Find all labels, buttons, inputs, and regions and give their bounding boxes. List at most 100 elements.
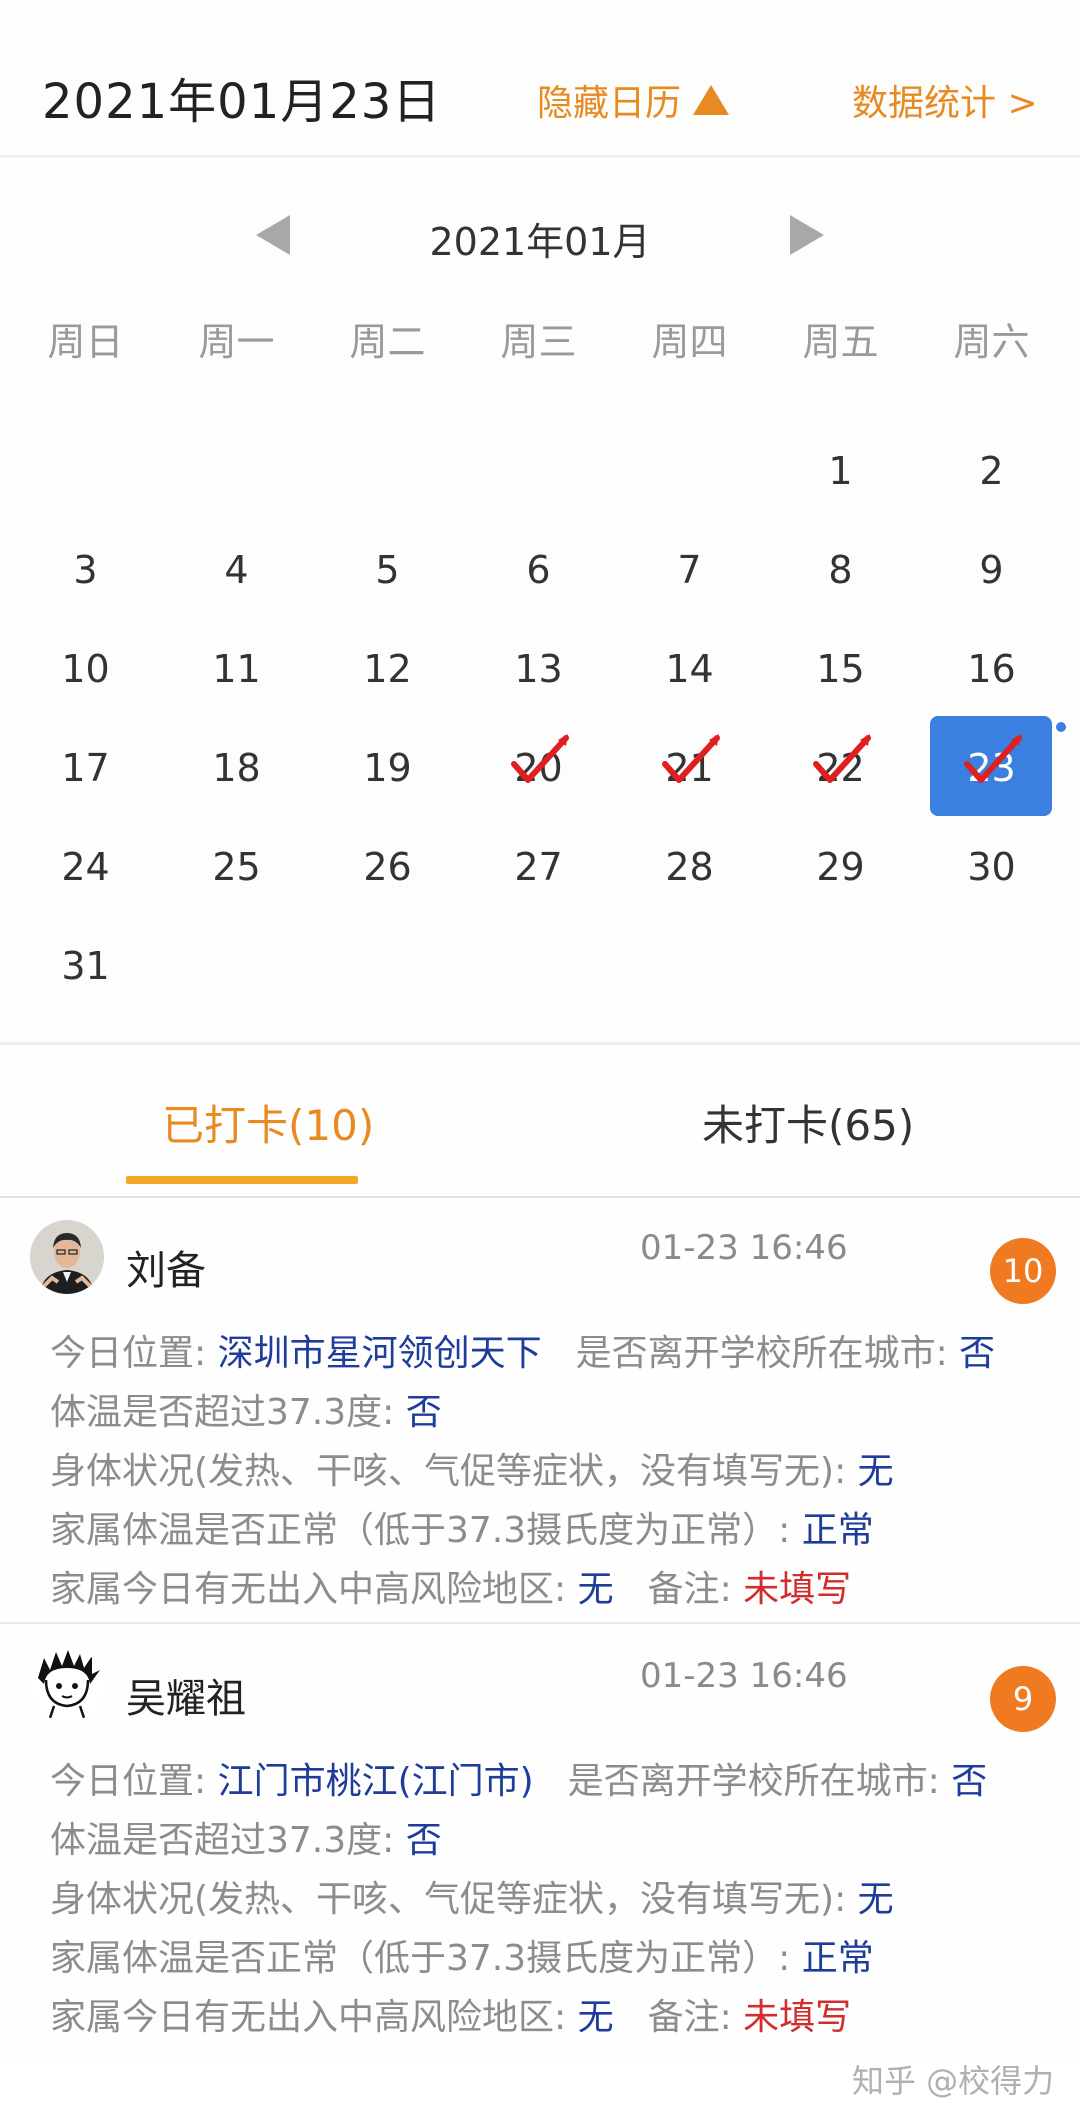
checkin-record[interactable]: 刘备 01-23 16:46 10 今日位置: 深圳市星河领创天下 是否离开学校所… [0, 1200, 1080, 1624]
family-risk-label: 家属今日有无出入中高风险地区: [50, 1997, 578, 2038]
day-number: 2 [979, 449, 1004, 493]
header-bar: 2021年01月23日 隐藏日历 数据统计 > [0, 0, 1080, 158]
watermark: 知乎 @校得力 [852, 2062, 1055, 2100]
day-cell-12[interactable]: 12 [312, 637, 463, 736]
empty-day-cell [161, 439, 312, 538]
remark-value: 未填写 [743, 1569, 852, 1610]
record-name: 刘备 [126, 1248, 206, 1294]
day-cell-29[interactable]: 29 [765, 835, 916, 934]
temperature-label: 体温是否超过37.3度: [50, 1392, 406, 1433]
day-number: 16 [967, 647, 1016, 691]
left-city-value: 否 [959, 1333, 996, 1374]
empty-day-cell [10, 439, 161, 538]
day-number: 17 [61, 746, 110, 790]
weekday-header: 周日 周一 周二 周三 周四 周五 周六 [0, 311, 1080, 371]
location-label: 今日位置: [50, 1333, 218, 1374]
day-number: 18 [212, 746, 261, 790]
left-city-value: 否 [951, 1761, 988, 1802]
family-risk-label: 家属今日有无出入中高风险地区: [50, 1569, 578, 1610]
day-cell-6[interactable]: 6 [463, 538, 614, 637]
weekday-label: 周六 [953, 320, 1030, 364]
day-cell-5[interactable]: 5 [312, 538, 463, 637]
location-value: 深圳市星河领创天下 [217, 1333, 542, 1374]
weekday-label: 周一 [198, 320, 275, 364]
day-number: 12 [363, 647, 412, 691]
day-cell-14[interactable]: 14 [614, 637, 765, 736]
record-time: 01-23 16:46 [640, 1656, 848, 1696]
check-mark-icon [964, 734, 1022, 783]
day-cell-11[interactable]: 11 [161, 637, 312, 736]
triangle-left-icon[interactable] [256, 215, 290, 255]
family-temperature-value: 正常 [801, 1510, 874, 1551]
day-number: 8 [828, 548, 853, 592]
hide-calendar-label: 隐藏日历 [537, 83, 682, 124]
day-cell-8[interactable]: 8 [765, 538, 916, 637]
active-tab-indicator [126, 1176, 358, 1184]
day-cell-10[interactable]: 10 [10, 637, 161, 736]
day-number: 30 [967, 845, 1016, 889]
temperature-value: 否 [405, 1820, 442, 1861]
day-cell-4[interactable]: 4 [161, 538, 312, 637]
day-cell-18[interactable]: 18 [161, 736, 312, 835]
day-cell-30[interactable]: 30 [916, 835, 1067, 934]
empty-day-cell [463, 439, 614, 538]
calendar: 2021年01月 周日 周一 周二 周三 周四 周五 周六 1 2 3 4 5 6 7 8 9 10 11 12 1… [0, 161, 1080, 1045]
family-temperature-line: 家属体温是否正常（低于37.3摄氏度为正常）: 正常 [50, 1929, 1070, 1988]
day-number: 7 [677, 548, 702, 592]
day-cell-17[interactable]: 17 [10, 736, 161, 835]
day-cell-21[interactable]: 21 [614, 734, 765, 835]
day-cell-24[interactable]: 24 [10, 835, 161, 934]
day-cell-2[interactable]: 2 [916, 439, 1067, 538]
day-cell-25[interactable]: 25 [161, 835, 312, 934]
day-cell-9[interactable]: 9 [916, 538, 1067, 637]
day-cell-31[interactable]: 31 [10, 934, 161, 1033]
remark-label: 备注: [647, 1569, 744, 1610]
family-risk-value: 无 [577, 1997, 614, 2038]
record-badge: 10 [990, 1238, 1056, 1304]
family-risk-line: 家属今日有无出入中高风险地区: 无备注: 未填写 [50, 1560, 1070, 1619]
day-number: 29 [816, 845, 865, 889]
family-temperature-label: 家属体温是否正常（低于37.3摄氏度为正常）: [50, 1510, 802, 1551]
avatar [30, 1648, 104, 1722]
family-temperature-line: 家属体温是否正常（低于37.3摄氏度为正常）: 正常 [50, 1501, 1070, 1560]
hide-calendar-button[interactable]: 隐藏日历 [537, 74, 730, 126]
empty-day-cell [312, 439, 463, 538]
day-cell-15[interactable]: 15 [765, 637, 916, 736]
day-cell-23[interactable]: 23 [916, 716, 1068, 835]
month-title: 2021年01月 [429, 220, 651, 264]
day-cell-1[interactable]: 1 [765, 439, 916, 538]
day-number: 3 [73, 548, 98, 592]
day-cell-7[interactable]: 7 [614, 538, 765, 637]
day-cell-26[interactable]: 26 [312, 835, 463, 934]
temperature-line: 体温是否超过37.3度: 否 [50, 1811, 1070, 1870]
triangle-up-icon [693, 85, 730, 115]
day-cell-20[interactable]: 20 [463, 734, 614, 835]
health-value: 无 [857, 1879, 894, 1920]
day-cell-19[interactable]: 19 [312, 736, 463, 835]
location-value: 江门市桃江(江门市) [217, 1761, 534, 1802]
day-cell-3[interactable]: 3 [10, 538, 161, 637]
day-cell-28[interactable]: 28 [614, 835, 765, 934]
day-number: 28 [665, 845, 714, 889]
health-label: 身体状况(发热、干咳、气促等症状，没有填写无): [50, 1879, 858, 1920]
day-number: 25 [212, 845, 261, 889]
day-number: 14 [665, 647, 714, 691]
family-risk-value: 无 [577, 1569, 614, 1610]
data-statistics-link[interactable]: 数据统计 > [852, 74, 1038, 126]
checkin-record[interactable]: 吴耀祖 01-23 16:46 9 今日位置: 江门市桃江(江门市) 是否离开学校… [0, 1628, 1080, 2058]
day-grid: 1 2 3 4 5 6 7 8 9 10 11 12 13 14 15 16 17 18 19 20 21 22 23 24 2… [10, 439, 1070, 1033]
day-cell-22[interactable]: 22 [765, 734, 916, 835]
tab-not-checked-in[interactable]: 未打卡(65) [702, 1092, 914, 1153]
day-cell-13[interactable]: 13 [463, 637, 614, 736]
weekday-label: 周二 [349, 320, 426, 364]
weekday-label: 周四 [651, 320, 728, 364]
triangle-right-icon[interactable] [790, 215, 824, 255]
record-time: 01-23 16:46 [640, 1228, 848, 1268]
day-number: 4 [224, 548, 249, 592]
day-number: 9 [979, 548, 1004, 592]
remark-value: 未填写 [743, 1997, 852, 2038]
location-line: 今日位置: 深圳市星河领创天下 是否离开学校所在城市: 否 [50, 1324, 1070, 1383]
tab-checked-in[interactable]: 已打卡(10) [162, 1092, 374, 1153]
day-number: 10 [61, 647, 110, 691]
day-cell-27[interactable]: 27 [463, 835, 614, 934]
